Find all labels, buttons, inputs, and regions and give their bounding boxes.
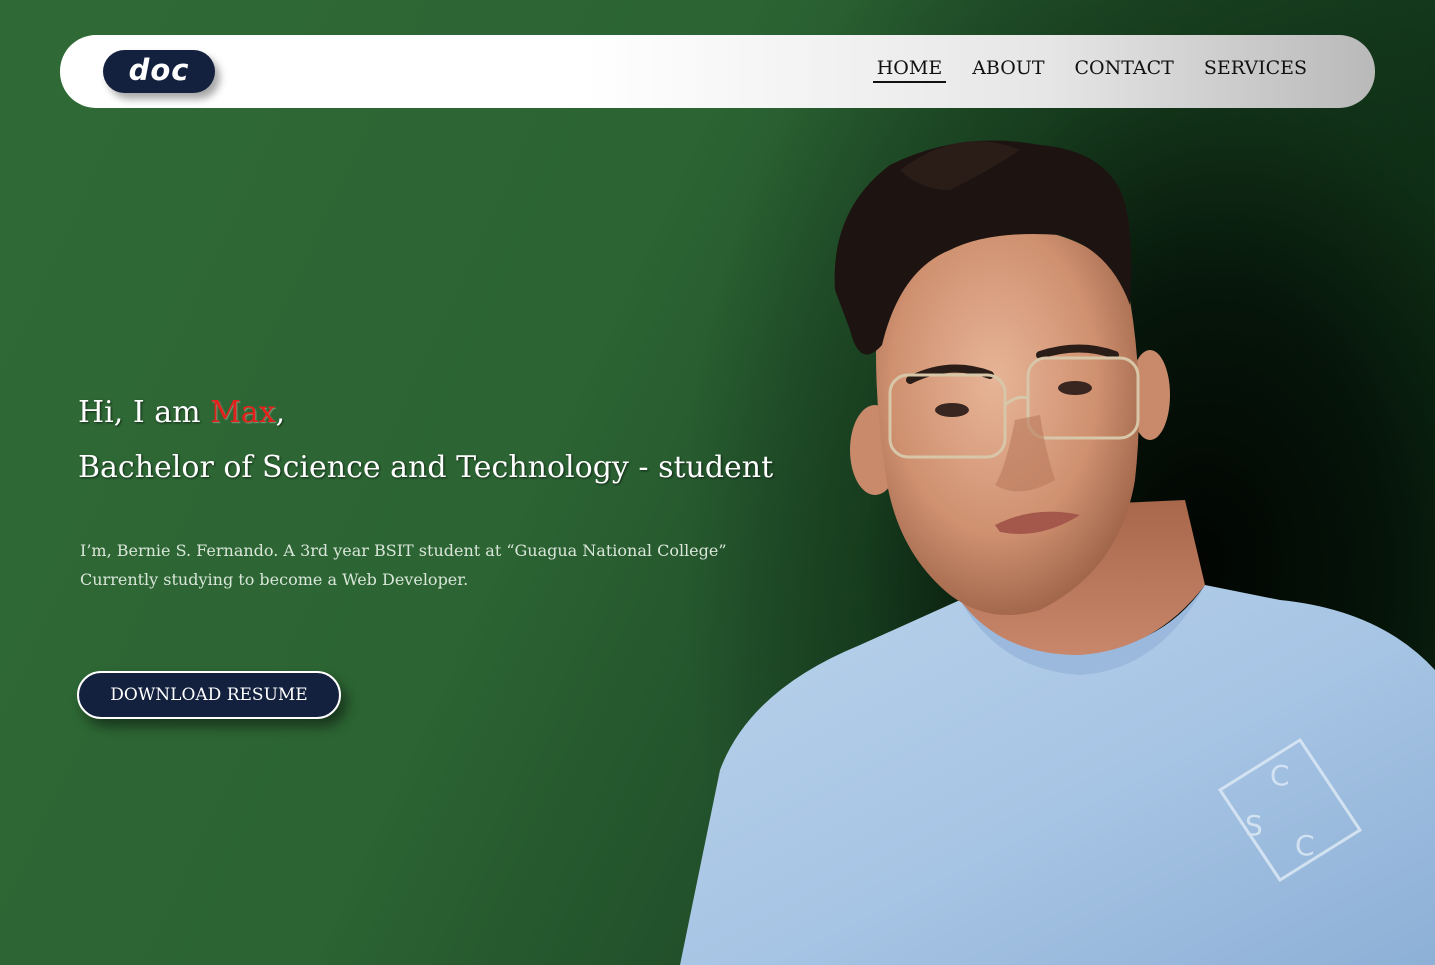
download-resume-button[interactable]: DOWNLOAD RESUME [77, 671, 341, 719]
hero-description-line2: Currently studying to become a Web Devel… [80, 570, 469, 589]
nav-services-link[interactable]: SERVICES [1200, 57, 1311, 83]
hero-description-line1: I’m, Bernie S. Fernando. A 3rd year BSIT… [80, 541, 727, 560]
nav-about-link[interactable]: ABOUT [968, 57, 1048, 83]
hero-description: I’m, Bernie S. Fernando. A 3rd year BSIT… [80, 536, 727, 594]
svg-text:C: C [1295, 829, 1315, 862]
hero-greeting-suffix: , [275, 395, 286, 430]
nav-links: HOME ABOUT CONTACT SERVICES [851, 57, 1311, 83]
portrait-photo: C S C [680, 140, 1435, 965]
hero-greeting-prefix: Hi, I am [78, 395, 211, 430]
logo[interactable]: doc [103, 50, 215, 93]
hero-title: Bachelor of Science and Technology - stu… [78, 450, 774, 485]
hero-greeting: Hi, I am Max, [78, 395, 285, 430]
nav-home-link[interactable]: HOME [872, 57, 947, 83]
svg-text:C: C [1270, 759, 1290, 792]
svg-text:S: S [1245, 809, 1263, 842]
hero-name: Max [210, 395, 276, 430]
navbar: doc HOME ABOUT CONTACT SERVICES [60, 35, 1375, 108]
nav-contact-link[interactable]: CONTACT [1071, 57, 1178, 83]
